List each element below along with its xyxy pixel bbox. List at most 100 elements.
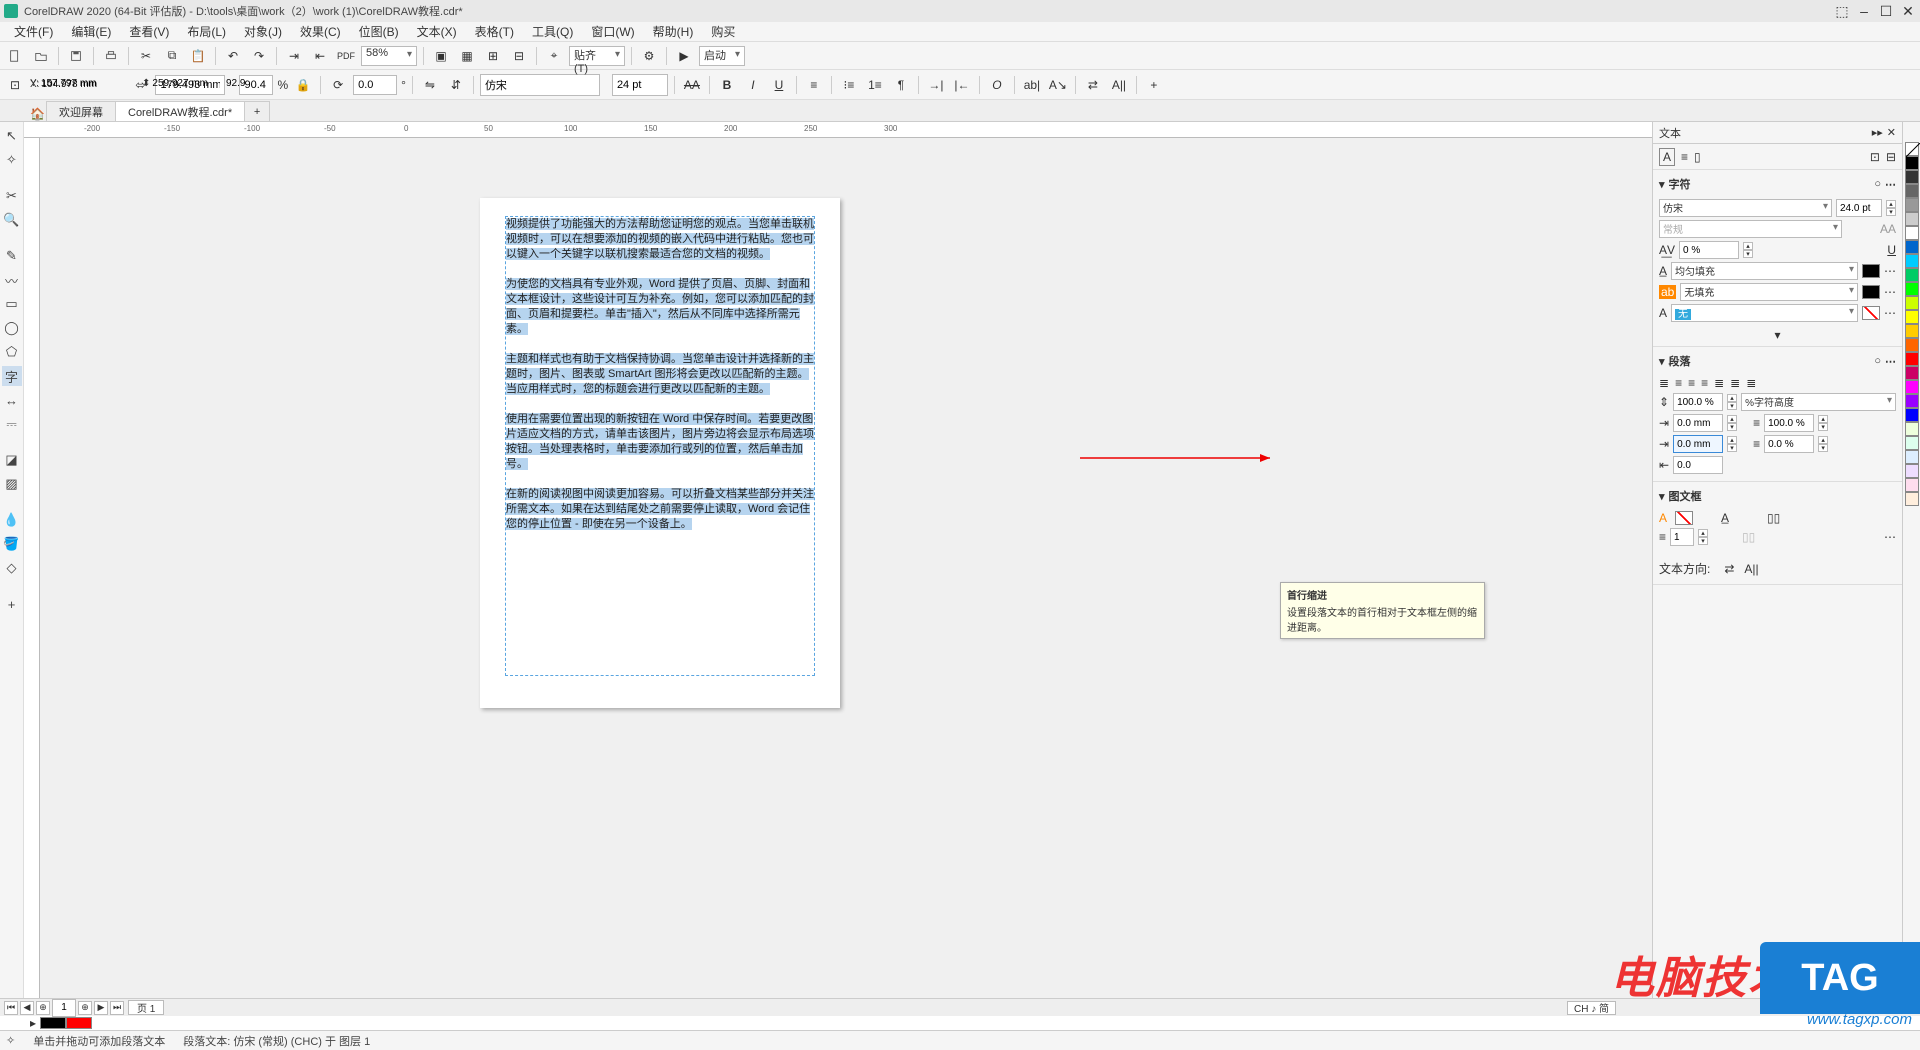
- color-swatch[interactable]: [1905, 282, 1919, 296]
- outline-color-swatch[interactable]: [1862, 306, 1880, 320]
- paste-button[interactable]: 📋: [187, 45, 209, 67]
- dropshadow-tool[interactable]: ◪: [2, 450, 22, 470]
- opentype-button[interactable]: O: [986, 74, 1008, 96]
- bg-fill-dd[interactable]: 无填充: [1680, 283, 1858, 301]
- export-button[interactable]: ⇤: [309, 45, 331, 67]
- menu-buy[interactable]: 购买: [703, 21, 743, 42]
- pick-tool[interactable]: ↖: [2, 126, 22, 146]
- font-size-input[interactable]: [1836, 199, 1882, 217]
- color-swatch[interactable]: [1905, 268, 1919, 282]
- docker-close-icon[interactable]: ✕: [1887, 126, 1896, 139]
- ime-indicator[interactable]: CH ♪ 简: [1567, 1001, 1616, 1015]
- line-unit-dd[interactable]: %字符高度: [1741, 393, 1896, 411]
- indent-inc-button[interactable]: →|: [925, 74, 947, 96]
- text-props-button[interactable]: ab|: [1021, 74, 1043, 96]
- add-button[interactable]: +: [1143, 74, 1165, 96]
- align-force-btn[interactable]: ≣: [1730, 376, 1740, 390]
- italic-button[interactable]: I: [742, 74, 764, 96]
- frame-cols-icon[interactable]: ▯▯: [1767, 511, 1780, 525]
- artistic-media-tool[interactable]: 〰: [2, 270, 22, 290]
- angle-input[interactable]: [353, 75, 397, 95]
- char-expand-icon[interactable]: ▾: [1774, 328, 1780, 342]
- guides-button[interactable]: ⊞: [482, 45, 504, 67]
- page-first-button[interactable]: ⏮: [4, 1001, 18, 1015]
- font-style-dd[interactable]: 常规: [1659, 220, 1842, 238]
- toolbox-add[interactable]: +: [2, 594, 22, 614]
- zoom-tool[interactable]: 🔍: [2, 210, 22, 230]
- page-add-after-button[interactable]: ⊕: [78, 1001, 92, 1015]
- docker-tab-text[interactable]: 文本 ▸▸ ✕: [1653, 122, 1902, 144]
- frame-fill-icon[interactable]: A: [1659, 511, 1667, 525]
- font-size-combo[interactable]: [612, 74, 668, 96]
- menu-object[interactable]: 对象(J): [236, 21, 290, 42]
- first-indent-input[interactable]: [1673, 435, 1723, 453]
- align-full-btn[interactable]: ≣: [1746, 376, 1756, 390]
- page-number-input[interactable]: [52, 999, 76, 1017]
- align-justify-btn[interactable]: ≣: [1714, 376, 1724, 390]
- tab-add[interactable]: +: [244, 101, 270, 121]
- color-swatch[interactable]: [1905, 436, 1919, 450]
- color-swatch[interactable]: [1905, 394, 1919, 408]
- columns-input[interactable]: [1670, 528, 1694, 546]
- menu-bitmap[interactable]: 位图(B): [351, 21, 407, 42]
- fullscreen-button[interactable]: ▣: [430, 45, 452, 67]
- polygon-tool[interactable]: ⬠: [2, 342, 22, 362]
- print-button[interactable]: [100, 45, 122, 67]
- import-button[interactable]: ⇥: [283, 45, 305, 67]
- close-button[interactable]: ✕: [1900, 3, 1916, 19]
- paragraph-text-frame[interactable]: 视频提供了功能强大的方法帮助您证明您的观点。当您单击联机视频时，可以在想要添加的…: [505, 216, 815, 676]
- current-fill-swatch[interactable]: [40, 1017, 66, 1029]
- maximize-button[interactable]: ☐: [1878, 3, 1894, 19]
- color-swatch[interactable]: [1905, 352, 1919, 366]
- zoom-combo[interactable]: 58%: [361, 46, 417, 66]
- page-tab[interactable]: 页 1: [128, 1000, 164, 1015]
- text-p3[interactable]: 主题和样式也有助于文档保持协调。当您单击设计并选择新的主题时，图片、图表或 Sm…: [506, 353, 814, 395]
- color-swatch[interactable]: [1905, 338, 1919, 352]
- ellipse-tool[interactable]: ◯: [2, 318, 22, 338]
- menu-text[interactable]: 文本(X): [409, 21, 465, 42]
- mirror-h-button[interactable]: ⇋: [419, 74, 441, 96]
- menu-table[interactable]: 表格(T): [467, 21, 522, 42]
- menu-file[interactable]: 文件(F): [6, 21, 61, 42]
- bg-color-swatch[interactable]: [1862, 285, 1880, 299]
- outline-more-icon[interactable]: ⋯: [1884, 306, 1896, 320]
- pdf-button[interactable]: PDF: [335, 45, 357, 67]
- frame-color-swatch[interactable]: [1675, 511, 1693, 525]
- text-p2[interactable]: 为使您的文档具有专业外观，Word 提供了页眉、页脚、封面和文本框设计，这些设计…: [506, 278, 814, 335]
- options-button[interactable]: ⚙: [638, 45, 660, 67]
- scale-y-input[interactable]: [226, 76, 260, 90]
- page-last-button[interactable]: ⏭: [110, 1001, 124, 1015]
- color-swatch[interactable]: [1905, 310, 1919, 324]
- menu-tools[interactable]: 工具(Q): [524, 21, 581, 42]
- bold-button[interactable]: B: [716, 74, 738, 96]
- color-swatch[interactable]: [1905, 450, 1919, 464]
- fill-color-swatch[interactable]: [1862, 264, 1880, 278]
- left-indent-input[interactable]: [1673, 456, 1723, 474]
- text-p1[interactable]: 视频提供了功能强大的方法帮助您证明您的观点。当您单击联机视频时，可以在想要添加的…: [506, 218, 814, 260]
- color-swatch[interactable]: [1905, 198, 1919, 212]
- color-swatch[interactable]: [1905, 184, 1919, 198]
- menu-layout[interactable]: 布局(L): [179, 21, 234, 42]
- rulers-button[interactable]: ⊟: [508, 45, 530, 67]
- color-swatch[interactable]: [1905, 408, 1919, 422]
- color-swatch[interactable]: [1905, 380, 1919, 394]
- char-sec-more-icon[interactable]: ⋯: [1885, 178, 1896, 191]
- launch-icon[interactable]: ▶: [673, 45, 695, 67]
- object-origin-icon[interactable]: ⊡: [4, 74, 26, 96]
- color-swatch[interactable]: [1905, 254, 1919, 268]
- color-swatch[interactable]: [1905, 324, 1919, 338]
- numbered-button[interactable]: 1≡: [864, 74, 886, 96]
- shape-tool[interactable]: ✧: [2, 150, 22, 170]
- menu-window[interactable]: 窗口(W): [583, 21, 642, 42]
- color-swatch[interactable]: [1905, 464, 1919, 478]
- dropcap-button[interactable]: ¶: [890, 74, 912, 96]
- redo-button[interactable]: ↷: [248, 45, 270, 67]
- docker-opt1-icon[interactable]: ⊡: [1870, 150, 1880, 164]
- mirror-v-button[interactable]: ⇵: [445, 74, 467, 96]
- tab-welcome[interactable]: 欢迎屏幕: [46, 101, 116, 121]
- align-left-button[interactable]: ≡: [803, 74, 825, 96]
- ruler-vertical[interactable]: [24, 138, 40, 998]
- grid-button[interactable]: ▦: [456, 45, 478, 67]
- bullets-button[interactable]: ⁝≡: [838, 74, 860, 96]
- parallel-dim-tool[interactable]: ↔: [2, 390, 22, 410]
